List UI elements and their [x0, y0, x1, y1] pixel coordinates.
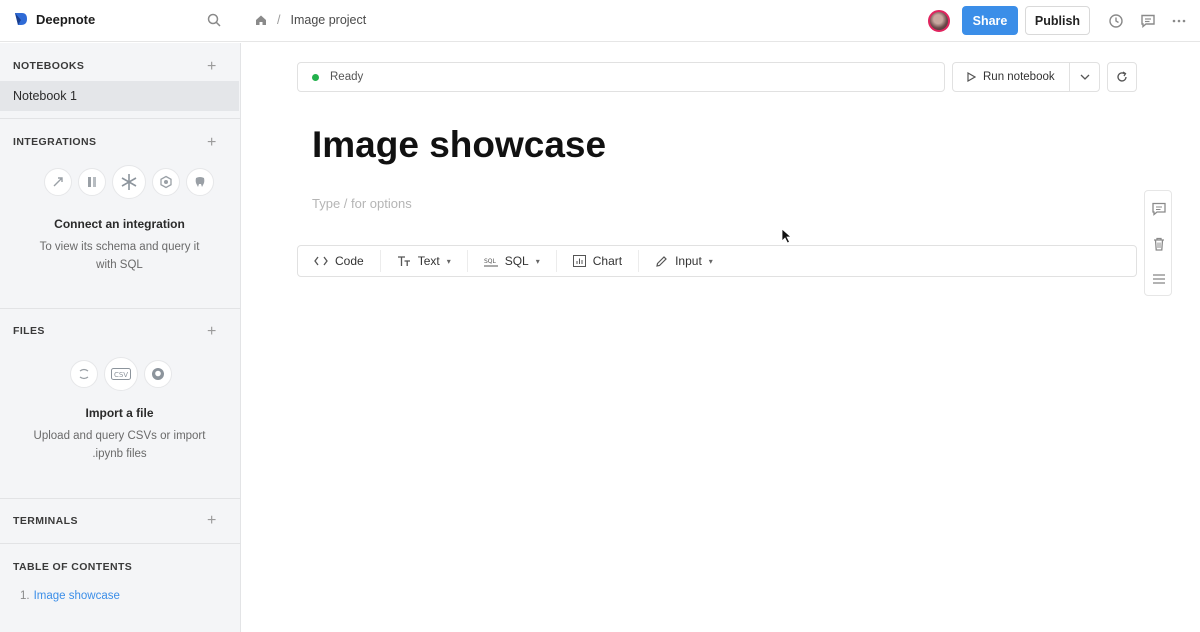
add-sql-block-button[interactable]: SQL SQL ▾: [468, 250, 557, 272]
chevron-down-icon: [1080, 74, 1089, 80]
add-code-block-button[interactable]: Code: [298, 250, 381, 272]
top-bar: Deepnote / Image project Share Publish: [0, 0, 1200, 42]
divider: [0, 498, 241, 499]
chart-label: Chart: [592, 254, 623, 268]
sidebar: NOTEBOOKS + Notebook 1 INTEGRATIONS + Co…: [0, 43, 241, 632]
text-label: Text: [417, 254, 440, 268]
add-notebook-button[interactable]: +: [207, 59, 216, 75]
integrations-description: To view its schema and query it with SQL: [39, 241, 200, 271]
play-icon: [967, 72, 976, 82]
file-icons: CSV: [70, 357, 172, 391]
block-placeholder[interactable]: Type / for options: [312, 196, 412, 211]
app-root: Deepnote / Image project Share Publish N…: [0, 0, 1200, 632]
notebook-title[interactable]: Image showcase: [312, 124, 606, 166]
code-icon: [314, 256, 328, 266]
svg-text:SQL: SQL: [484, 258, 497, 265]
run-notebook-button[interactable]: Run notebook: [952, 62, 1070, 92]
chart-icon: [572, 255, 586, 267]
files-title: Import a file: [85, 406, 154, 420]
divider: [0, 543, 241, 544]
snowflake-icon[interactable]: [112, 165, 146, 199]
trash-icon[interactable]: [1151, 236, 1167, 252]
add-block-bar: Code Text ▾ SQL SQL ▾ Chart Input ▾: [297, 245, 1137, 277]
breadcrumb: / Image project: [255, 13, 366, 27]
avatar[interactable]: [928, 10, 950, 32]
toc-item[interactable]: 1. Image showcase: [20, 590, 120, 602]
status-dot: [312, 74, 319, 81]
breadcrumb-separator: /: [277, 13, 281, 27]
publish-button[interactable]: Publish: [1025, 6, 1090, 35]
add-text-block-button[interactable]: Text ▾: [381, 250, 468, 272]
divider: [0, 118, 241, 119]
breadcrumb-project[interactable]: Image project: [290, 13, 366, 27]
search-icon[interactable]: [206, 12, 222, 28]
add-integration-button[interactable]: +: [207, 135, 216, 151]
csv-icon[interactable]: CSV: [104, 357, 138, 391]
block-actions: [1144, 190, 1172, 296]
files-heading: FILES: [13, 325, 45, 337]
toc-heading: TABLE OF CONTENTS: [13, 561, 133, 573]
bigquery-icon[interactable]: [44, 168, 72, 196]
caret-down-icon: ▾: [535, 256, 540, 266]
notebooks-heading: NOTEBOOKS: [13, 60, 85, 72]
files-description: Upload and query CSVs or import .ipynb f…: [33, 430, 206, 460]
mouse-cursor-icon: [781, 228, 793, 244]
sql-icon: SQL: [483, 258, 498, 267]
toc-item-label: Image showcase: [33, 590, 120, 602]
pencil-icon: [656, 255, 667, 267]
divider: [0, 308, 241, 309]
add-chart-block-button[interactable]: Chart: [557, 250, 640, 272]
share-button[interactable]: Share: [962, 6, 1018, 35]
comments-icon[interactable]: [1140, 13, 1156, 29]
refresh-icon: [1117, 71, 1127, 82]
notebook-file-icon[interactable]: [70, 360, 98, 388]
more-icon[interactable]: [1171, 13, 1187, 29]
run-options-dropdown[interactable]: [1069, 62, 1100, 92]
run-notebook-label: Run notebook: [983, 71, 1055, 83]
deepnote-logo-icon: [15, 13, 27, 25]
text-icon: [397, 256, 410, 266]
caret-down-icon: ▾: [708, 256, 713, 266]
integration-icons: [44, 165, 214, 199]
terminals-heading: TERMINALS: [13, 515, 78, 527]
add-terminal-button[interactable]: +: [207, 513, 216, 529]
status-bar: Ready: [297, 62, 945, 92]
app-name: Deepnote: [36, 11, 96, 27]
history-icon[interactable]: [1108, 13, 1124, 29]
gcp-icon[interactable]: [152, 168, 180, 196]
sidebar-item-notebook-1[interactable]: Notebook 1: [0, 81, 239, 111]
redshift-icon[interactable]: [78, 168, 106, 196]
status-text: Ready: [330, 71, 364, 83]
toc-item-number: 1.: [20, 590, 30, 602]
add-file-button[interactable]: +: [207, 324, 216, 340]
svg-text:CSV: CSV: [114, 371, 128, 379]
github-icon[interactable]: [144, 360, 172, 388]
input-label: Input: [675, 254, 702, 268]
add-input-block-button[interactable]: Input ▾: [639, 250, 729, 272]
brand[interactable]: Deepnote: [13, 11, 95, 27]
home-icon[interactable]: [255, 14, 267, 26]
comment-icon[interactable]: [1151, 201, 1167, 217]
restart-button[interactable]: [1107, 62, 1137, 92]
menu-icon[interactable]: [1151, 271, 1167, 287]
postgres-icon[interactable]: [186, 168, 214, 196]
integrations-title: Connect an integration: [54, 217, 185, 231]
caret-down-icon: ▾: [446, 256, 451, 266]
code-label: Code: [335, 254, 364, 268]
integrations-heading: INTEGRATIONS: [13, 136, 97, 148]
sql-label: SQL: [504, 254, 529, 268]
